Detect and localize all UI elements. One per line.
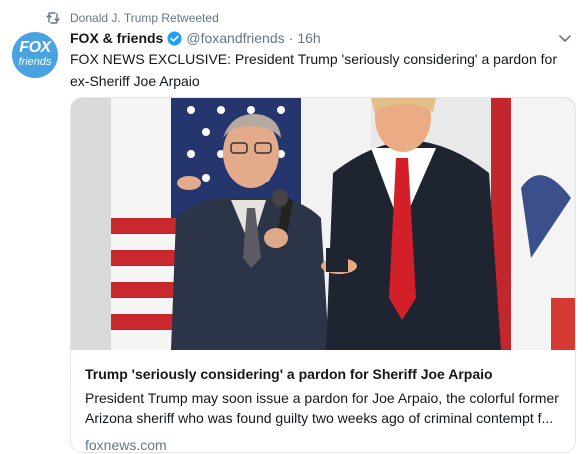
tweet-timestamp[interactable]: 16h bbox=[297, 30, 320, 46]
author-name[interactable]: FOX & friends bbox=[70, 30, 163, 46]
link-card[interactable]: Trump 'seriously considering' a pardon f… bbox=[70, 97, 576, 453]
card-title[interactable]: Trump 'seriously considering' a pardon f… bbox=[85, 364, 561, 384]
chevron-down-icon[interactable] bbox=[558, 34, 572, 44]
card-body[interactable]: Trump 'seriously considering' a pardon f… bbox=[71, 350, 575, 453]
author-handle[interactable]: @foxandfriends bbox=[186, 30, 284, 46]
retweet-icon bbox=[46, 12, 60, 24]
avatar-logo-subtext: friends bbox=[18, 56, 52, 68]
avatar-logo-text: FOX bbox=[19, 39, 51, 56]
tweet-text: FOX NEWS EXCLUSIVE: President Trump 'ser… bbox=[70, 51, 557, 89]
verified-badge-icon bbox=[167, 30, 182, 46]
retweet-context: Donald J. Trump Retweeted bbox=[46, 10, 219, 26]
tweet-header: FOX & friends @foxandfriends · 16h bbox=[70, 28, 321, 48]
news-photo[interactable] bbox=[71, 98, 575, 350]
card-domain: foxnews.com bbox=[85, 437, 167, 453]
separator-dot: · bbox=[288, 30, 294, 46]
card-description: President Trump may soon issue a pardon … bbox=[85, 390, 559, 426]
retweet-label[interactable]: Donald J. Trump Retweeted bbox=[70, 11, 219, 25]
avatar[interactable]: FOX friends bbox=[12, 32, 58, 78]
